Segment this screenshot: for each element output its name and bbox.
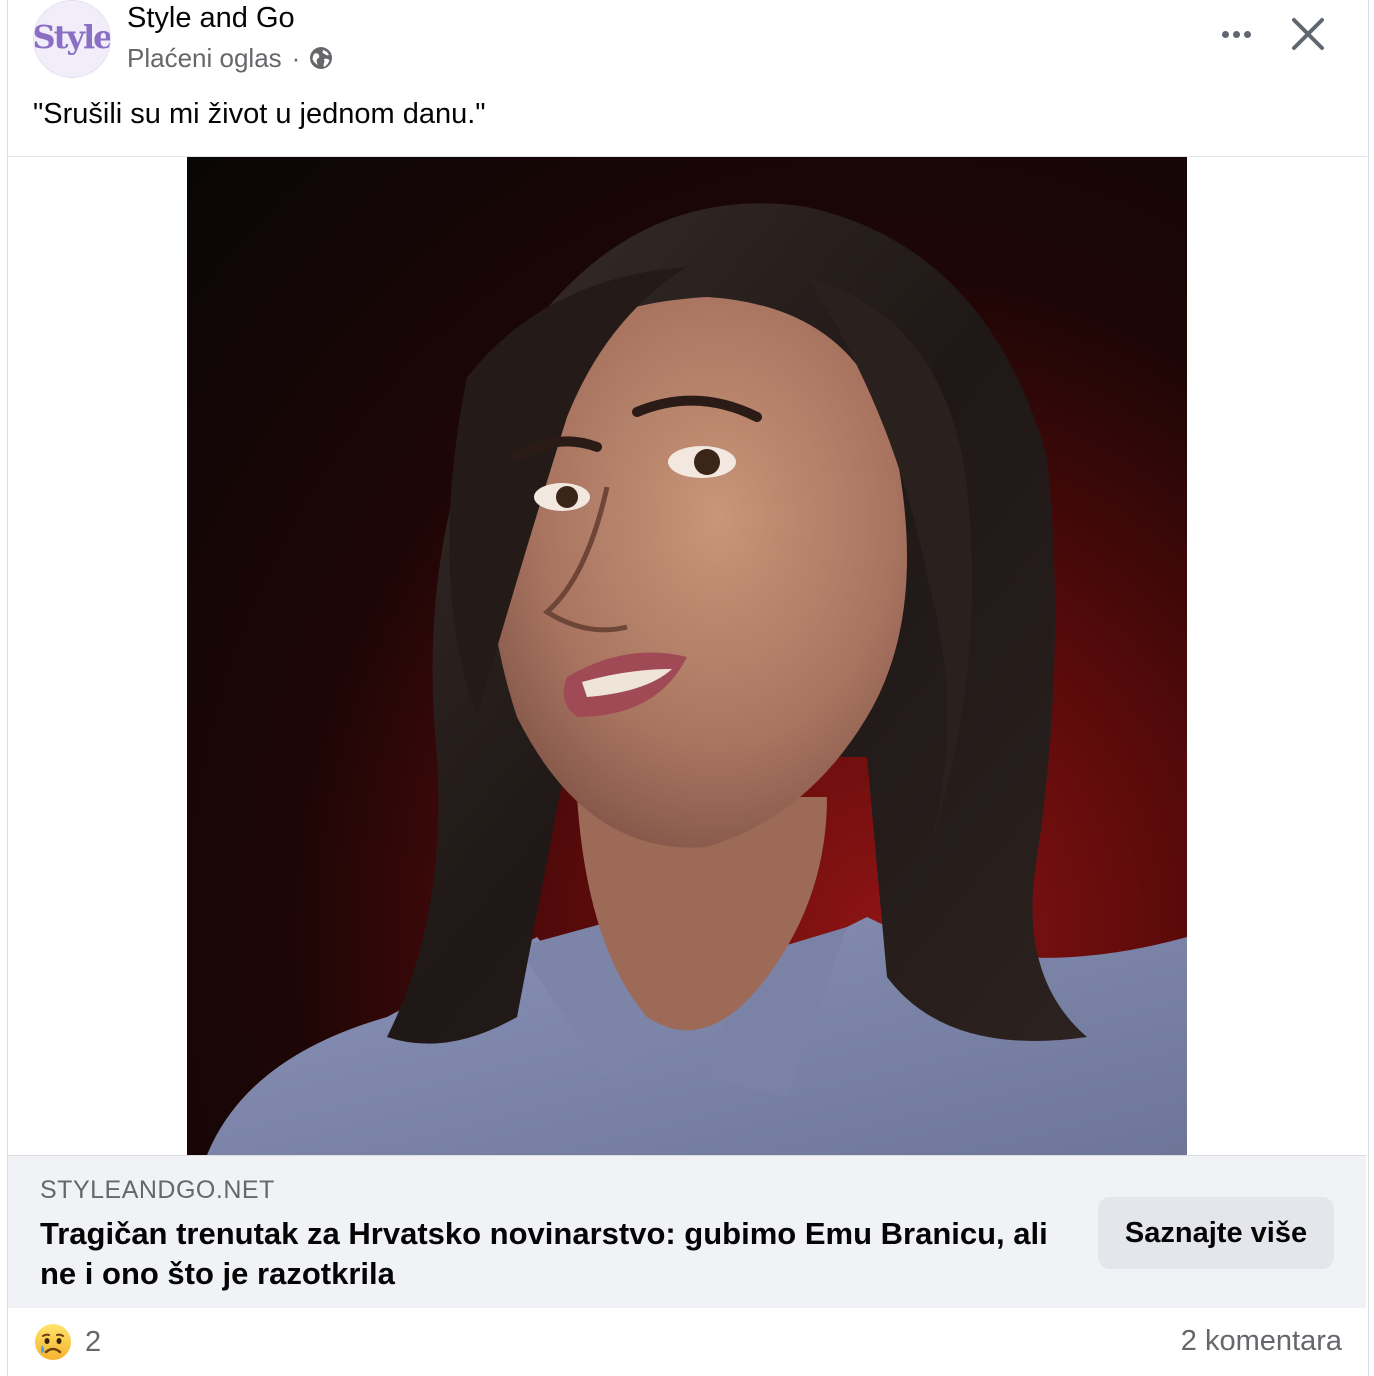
comments-count-link[interactable]: 2 komentara	[1181, 1325, 1342, 1358]
link-headline[interactable]: Tragičan trenutak za Hrvatsko novinarstv…	[40, 1214, 1050, 1294]
reaction-count: 2	[85, 1325, 102, 1358]
sponsored-label[interactable]: Plaćeni oglas	[127, 42, 282, 74]
page-name-link[interactable]: Style and Go	[127, 0, 295, 36]
learn-more-button[interactable]: Saznajte više	[1098, 1197, 1334, 1269]
ad-image[interactable]	[187, 157, 1187, 1155]
link-domain: STYLEANDGO.NET	[40, 1176, 275, 1204]
post-caption: "Srušili su mi život u jednom danu."	[33, 98, 486, 130]
more-dot	[1221, 30, 1229, 38]
ad-image-portrait-illustration	[207, 203, 1187, 1155]
post-meta: Plaćeni oglas ·	[127, 42, 334, 74]
globe-icon	[308, 45, 334, 71]
reactions-summary[interactable]: 2	[33, 1322, 101, 1362]
link-preview[interactable]: STYLEANDGO.NET Tragičan trenutak za Hrva…	[8, 1155, 1366, 1308]
page: Style Style and Go Plaćeni oglas · "Sruš…	[0, 0, 1374, 1376]
avatar[interactable]: Style	[33, 0, 111, 78]
avatar-logo-text: Style	[33, 18, 111, 56]
more-dot	[1232, 30, 1240, 38]
meta-separator: ·	[291, 43, 301, 73]
sad-reaction-icon	[33, 1322, 73, 1362]
more-options-icon[interactable]	[1212, 18, 1260, 50]
close-icon[interactable]	[1286, 12, 1330, 56]
more-dot	[1243, 30, 1251, 38]
